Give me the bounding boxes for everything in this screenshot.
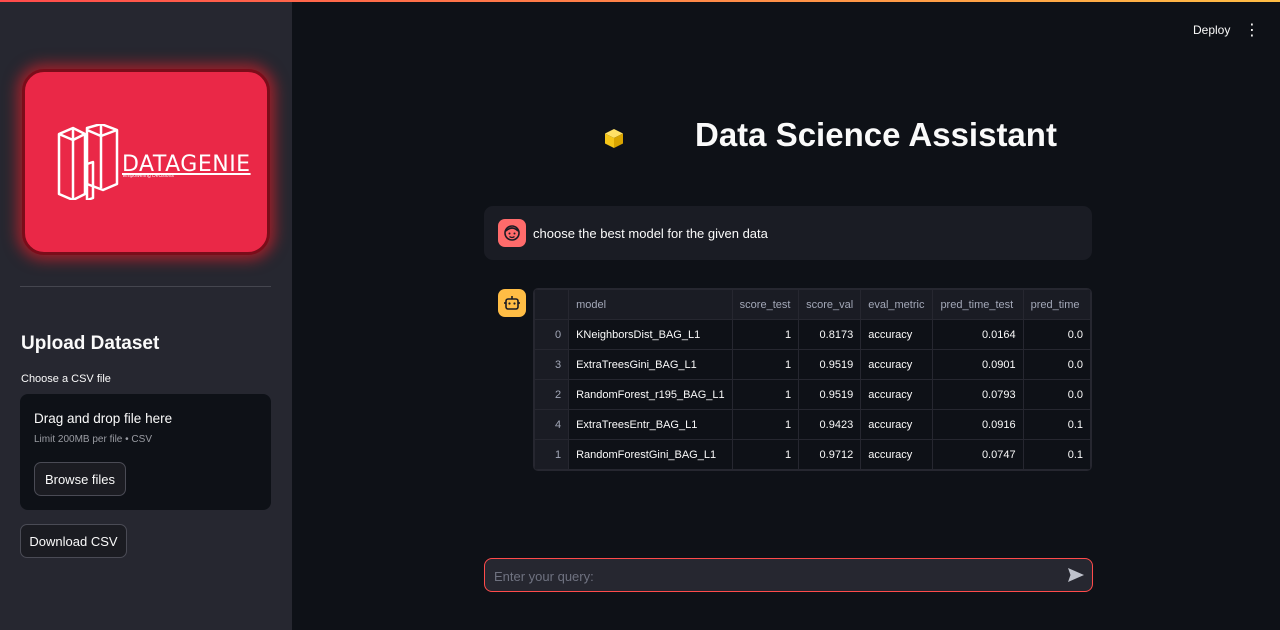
cell-pred-time-test[interactable]: 0.0793 xyxy=(932,379,1024,410)
assistant-avatar-icon xyxy=(498,289,526,317)
cell-score-val[interactable]: 0.9519 xyxy=(798,349,862,380)
page-title: Data Science Assistant xyxy=(695,116,1057,153)
cell-pred-time-test[interactable]: 0.0747 xyxy=(932,439,1024,470)
column-header-model[interactable]: model xyxy=(568,289,733,320)
table-row: 2 RandomForest_r195_BAG_L1 1 0.9519 accu… xyxy=(534,379,1091,410)
column-header-pred-time[interactable]: pred_time xyxy=(1022,289,1091,320)
cell-eval-metric[interactable]: accuracy xyxy=(860,319,934,350)
download-csv-button[interactable]: Download CSV xyxy=(20,524,127,558)
send-icon[interactable] xyxy=(1067,567,1085,583)
kebab-menu-icon[interactable]: ⋮ xyxy=(1244,22,1260,40)
model-leaderboard-table[interactable]: model score_test score_val eval_metric p… xyxy=(533,288,1092,471)
cell-model[interactable]: RandomForest_r195_BAG_L1 xyxy=(568,379,733,410)
cell-score-val[interactable]: 0.9423 xyxy=(798,409,862,440)
cell-pred-time-test[interactable]: 0.0901 xyxy=(932,349,1024,380)
column-header-index[interactable] xyxy=(534,289,570,320)
row-index: 2 xyxy=(534,379,570,410)
cell-model[interactable]: KNeighborsDist_BAG_L1 xyxy=(568,319,733,350)
column-header-score-test[interactable]: score_test xyxy=(731,289,800,320)
deploy-button[interactable]: Deploy xyxy=(1193,23,1230,37)
cell-eval-metric[interactable]: accuracy xyxy=(860,379,934,410)
cell-eval-metric[interactable]: accuracy xyxy=(860,349,934,380)
cell-model[interactable]: ExtraTreesEntr_BAG_L1 xyxy=(568,409,733,440)
cell-pred-time-test[interactable]: 0.0164 xyxy=(932,319,1024,350)
cell-score-test[interactable]: 1 xyxy=(731,319,800,350)
cell-pred-time[interactable]: 0.0 xyxy=(1022,379,1091,410)
logo-tagline: Empowering Decisions xyxy=(123,173,174,179)
cell-score-test[interactable]: 1 xyxy=(731,409,800,440)
table-header-row: model score_test score_val eval_metric p… xyxy=(534,289,1091,320)
column-header-score-val[interactable]: score_val xyxy=(798,289,862,320)
cell-score-val[interactable]: 0.9712 xyxy=(798,439,862,470)
row-index: 3 xyxy=(534,349,570,380)
cell-pred-time[interactable]: 0.1 xyxy=(1022,439,1091,470)
user-avatar-icon xyxy=(498,219,526,247)
cell-score-test[interactable]: 1 xyxy=(731,379,800,410)
cell-pred-time[interactable]: 0.0 xyxy=(1022,319,1091,350)
table-row: 4 ExtraTreesEntr_BAG_L1 1 0.9423 accurac… xyxy=(534,409,1091,440)
cell-model[interactable]: ExtraTreesGini_BAG_L1 xyxy=(568,349,733,380)
sidebar-divider xyxy=(20,286,271,287)
browse-files-button[interactable]: Browse files xyxy=(34,462,126,496)
cell-model[interactable]: RandomForestGini_BAG_L1 xyxy=(568,439,733,470)
cell-pred-time[interactable]: 0.0 xyxy=(1022,349,1091,380)
cell-eval-metric[interactable]: accuracy xyxy=(860,439,934,470)
table-row: 0 KNeighborsDist_BAG_L1 1 0.8173 accurac… xyxy=(534,319,1091,350)
user-chat-message: choose the best model for the given data xyxy=(484,206,1092,260)
file-uploader-label: Choose a CSV file xyxy=(21,373,111,385)
datagenie-logo: DATAGENIE Empowering Decisions xyxy=(22,69,270,255)
cell-score-test[interactable]: 1 xyxy=(731,439,800,470)
upload-dataset-heading: Upload Dataset xyxy=(21,333,160,354)
row-index: 4 xyxy=(534,409,570,440)
logo-boxes-icon xyxy=(57,124,119,200)
cell-score-test[interactable]: 1 xyxy=(731,349,800,380)
cell-score-val[interactable]: 0.8173 xyxy=(798,319,862,350)
column-header-eval-metric[interactable]: eval_metric xyxy=(860,289,934,320)
cube-icon xyxy=(605,129,623,148)
cell-pred-time[interactable]: 0.1 xyxy=(1022,409,1091,440)
sidebar: DATAGENIE Empowering Decisions Upload Da… xyxy=(0,2,292,630)
row-index: 1 xyxy=(534,439,570,470)
table-row: 1 RandomForestGini_BAG_L1 1 0.9712 accur… xyxy=(534,439,1091,470)
row-index: 0 xyxy=(534,319,570,350)
cell-eval-metric[interactable]: accuracy xyxy=(860,409,934,440)
file-dropzone[interactable]: Drag and drop file here Limit 200MB per … xyxy=(20,394,271,510)
column-header-pred-time-test[interactable]: pred_time_test xyxy=(932,289,1024,320)
table-row: 3 ExtraTreesGini_BAG_L1 1 0.9519 accurac… xyxy=(534,349,1091,380)
dropzone-title: Drag and drop file here xyxy=(34,411,173,426)
cell-pred-time-test[interactable]: 0.0916 xyxy=(932,409,1024,440)
query-input[interactable] xyxy=(492,559,1056,593)
cell-score-val[interactable]: 0.9519 xyxy=(798,379,862,410)
dropzone-limit: Limit 200MB per file • CSV xyxy=(34,434,152,445)
chat-input-container xyxy=(484,558,1093,593)
user-message-text: choose the best model for the given data xyxy=(533,226,768,241)
